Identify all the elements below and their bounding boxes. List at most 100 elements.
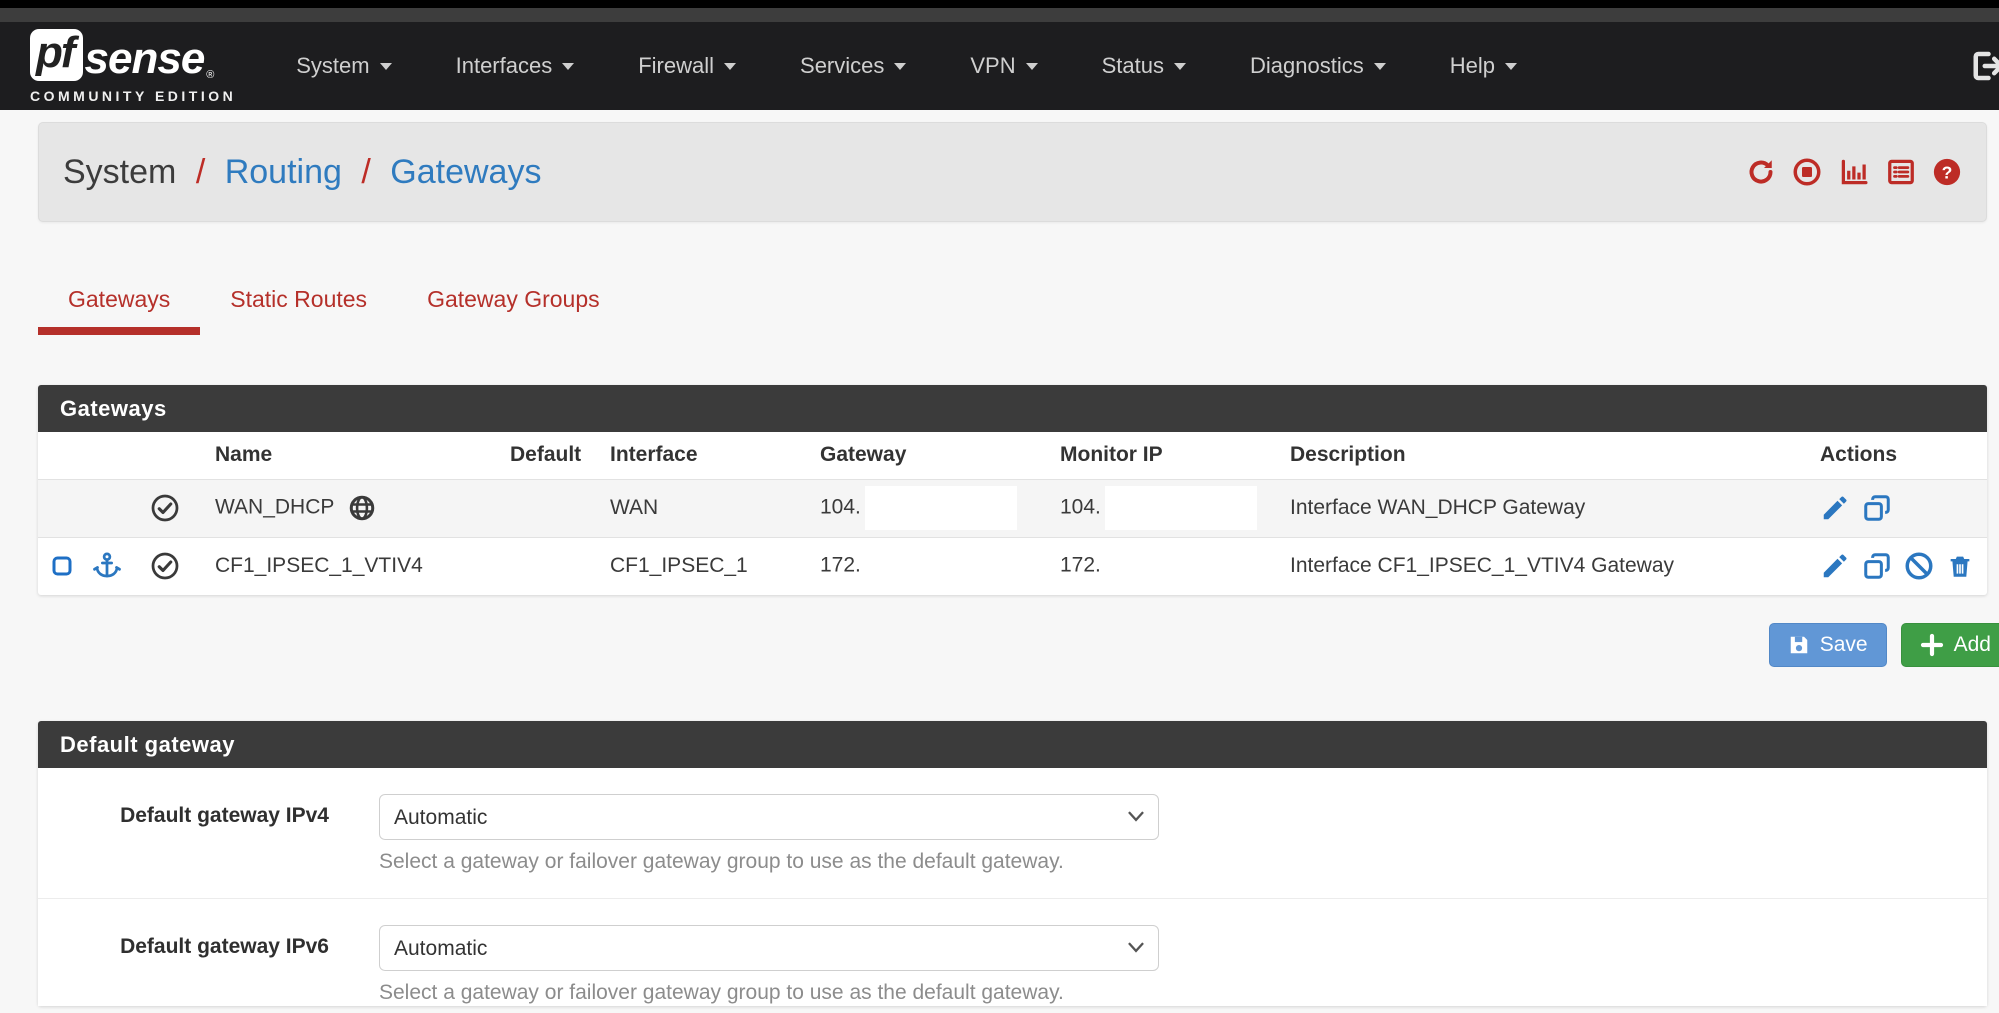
sign-out-button[interactable] bbox=[1969, 48, 1999, 84]
description-cell: Interface CF1_IPSEC_1_VTIV4 Gateway bbox=[1278, 537, 1808, 595]
gateway-cell: 172. bbox=[808, 537, 1048, 595]
logo-sense: sense bbox=[85, 37, 205, 81]
copy-icon bbox=[1862, 551, 1892, 581]
nav-item-diagnostics[interactable]: Diagnostics bbox=[1250, 53, 1386, 79]
caret-down-icon bbox=[1505, 63, 1517, 70]
actions-cell bbox=[1808, 479, 1987, 537]
col-description: Description bbox=[1278, 432, 1808, 479]
copy-icon bbox=[1862, 493, 1892, 523]
default-gateway-ipv4-row: Default gateway IPv4 Automatic Select a … bbox=[38, 768, 1987, 898]
breadcrumb-separator: / bbox=[361, 153, 370, 191]
gateway-ip: 172. bbox=[820, 554, 861, 577]
check-circle-icon bbox=[150, 551, 180, 581]
col-gateway: Gateway bbox=[808, 432, 1048, 479]
redaction-box bbox=[865, 544, 1017, 588]
chart-icon bbox=[1838, 157, 1870, 187]
col-default: Default bbox=[498, 432, 598, 479]
gateways-panel-title: Gateways bbox=[38, 385, 1987, 432]
disable-gateway-button[interactable] bbox=[1904, 554, 1940, 577]
gateways-panel: Gateways Name Default Interface Gateway … bbox=[38, 385, 1987, 595]
breadcrumb-panel: System / Routing / Gateways bbox=[38, 122, 1987, 222]
redaction-box bbox=[1105, 544, 1257, 588]
nav-item-firewall[interactable]: Firewall bbox=[638, 53, 736, 79]
refresh-icon bbox=[1746, 157, 1776, 187]
save-button[interactable]: Save bbox=[1769, 623, 1887, 667]
default-gateway-panel: Default gateway Default gateway IPv4 Aut… bbox=[38, 721, 1987, 1006]
default-cell bbox=[498, 537, 598, 595]
nav-item-system[interactable]: System bbox=[296, 53, 391, 79]
breadcrumb-link-routing[interactable]: Routing bbox=[225, 153, 342, 191]
nav-item-status[interactable]: Status bbox=[1102, 53, 1186, 79]
caret-down-icon bbox=[894, 63, 906, 70]
redaction-box bbox=[865, 486, 1017, 530]
status-cell bbox=[138, 537, 203, 595]
caret-down-icon bbox=[380, 63, 392, 70]
log-button[interactable] bbox=[1886, 157, 1916, 187]
col-status bbox=[138, 432, 203, 479]
table-row-cf1-ipsec: CF1_IPSEC_1_VTIV4 CF1_IPSEC_1 172. 172. … bbox=[38, 537, 1987, 595]
edit-gateway-button[interactable] bbox=[1820, 496, 1856, 519]
edit-gateway-button[interactable] bbox=[1820, 554, 1856, 577]
nav-item-label: Help bbox=[1450, 53, 1495, 79]
status-cell bbox=[138, 479, 203, 537]
nav-item-label: Firewall bbox=[638, 53, 714, 79]
nav-item-services[interactable]: Services bbox=[800, 53, 906, 79]
interface-cell: WAN bbox=[598, 479, 808, 537]
monitor-ip: 172. bbox=[1060, 554, 1101, 577]
tab-gateways[interactable]: Gateways bbox=[38, 286, 200, 335]
main-navbar: pf sense ® COMMUNITY EDITION System Inte… bbox=[0, 22, 1999, 110]
refresh-button[interactable] bbox=[1746, 157, 1776, 187]
default-gateway-ipv6-select[interactable]: Automatic bbox=[379, 925, 1159, 971]
nav-item-label: System bbox=[296, 53, 369, 79]
list-icon bbox=[1886, 157, 1916, 187]
interface-cell: CF1_IPSEC_1 bbox=[598, 537, 808, 595]
col-monitor-ip: Monitor IP bbox=[1048, 432, 1278, 479]
breadcrumb-section: System bbox=[63, 153, 176, 191]
copy-gateway-button[interactable] bbox=[1862, 496, 1892, 519]
nav-item-interfaces[interactable]: Interfaces bbox=[456, 53, 575, 79]
description-cell: Interface WAN_DHCP Gateway bbox=[1278, 479, 1808, 537]
add-button-label: Add bbox=[1954, 633, 1991, 657]
trash-icon bbox=[1946, 551, 1974, 581]
tab-gateway-groups[interactable]: Gateway Groups bbox=[397, 286, 630, 335]
nav-item-help[interactable]: Help bbox=[1450, 53, 1517, 79]
window-top-edge bbox=[0, 0, 1999, 8]
redaction-box bbox=[1105, 486, 1257, 530]
nav-item-label: Status bbox=[1102, 53, 1164, 79]
add-gateway-button[interactable]: Add bbox=[1901, 623, 1999, 667]
routing-tabs: Gateways Static Routes Gateway Groups bbox=[38, 286, 1987, 335]
gateways-table: Name Default Interface Gateway Monitor I… bbox=[38, 432, 1987, 595]
browser-chrome-strip bbox=[0, 8, 1999, 22]
ban-icon bbox=[1904, 551, 1934, 581]
default-gateway-ipv6-row: Default gateway IPv6 Automatic Select a … bbox=[38, 898, 1987, 1006]
copy-gateway-button[interactable] bbox=[1862, 554, 1898, 577]
tab-static-routes[interactable]: Static Routes bbox=[200, 286, 397, 335]
default-gateway-ipv4-label: Default gateway IPv4 bbox=[38, 794, 329, 874]
actions-cell bbox=[1808, 537, 1987, 595]
monitor-ip: 104. bbox=[1060, 496, 1101, 519]
breadcrumb-current-gateways[interactable]: Gateways bbox=[390, 153, 541, 191]
help-button[interactable]: ? bbox=[1932, 157, 1962, 187]
caret-down-icon bbox=[1374, 63, 1386, 70]
monitoring-button[interactable] bbox=[1838, 157, 1870, 187]
col-name: Name bbox=[203, 432, 498, 479]
row-checkbox[interactable] bbox=[50, 554, 80, 577]
pfsense-logo[interactable]: pf sense ® COMMUNITY EDITION bbox=[30, 29, 236, 104]
table-header-row: Name Default Interface Gateway Monitor I… bbox=[38, 432, 1987, 479]
stop-button[interactable] bbox=[1792, 157, 1822, 187]
drag-handle[interactable] bbox=[92, 554, 122, 577]
help-icon: ? bbox=[1932, 157, 1962, 187]
nav-item-vpn[interactable]: VPN bbox=[970, 53, 1037, 79]
default-gateway-ipv4-select[interactable]: Automatic bbox=[379, 794, 1159, 840]
col-select bbox=[38, 432, 138, 479]
monitor-ip-cell: 104. bbox=[1048, 479, 1278, 537]
logo-pf: pf bbox=[30, 29, 83, 81]
monitor-ip-cell: 172. bbox=[1048, 537, 1278, 595]
table-buttons-row: Save Add bbox=[38, 623, 1987, 667]
row-select-cell bbox=[38, 537, 138, 595]
col-interface: Interface bbox=[598, 432, 808, 479]
caret-down-icon bbox=[1174, 63, 1186, 70]
delete-gateway-button[interactable] bbox=[1946, 554, 1974, 577]
default-gateway-ipv6-help: Select a gateway or failover gateway gro… bbox=[379, 981, 1159, 1005]
checkbox-icon bbox=[50, 554, 74, 578]
